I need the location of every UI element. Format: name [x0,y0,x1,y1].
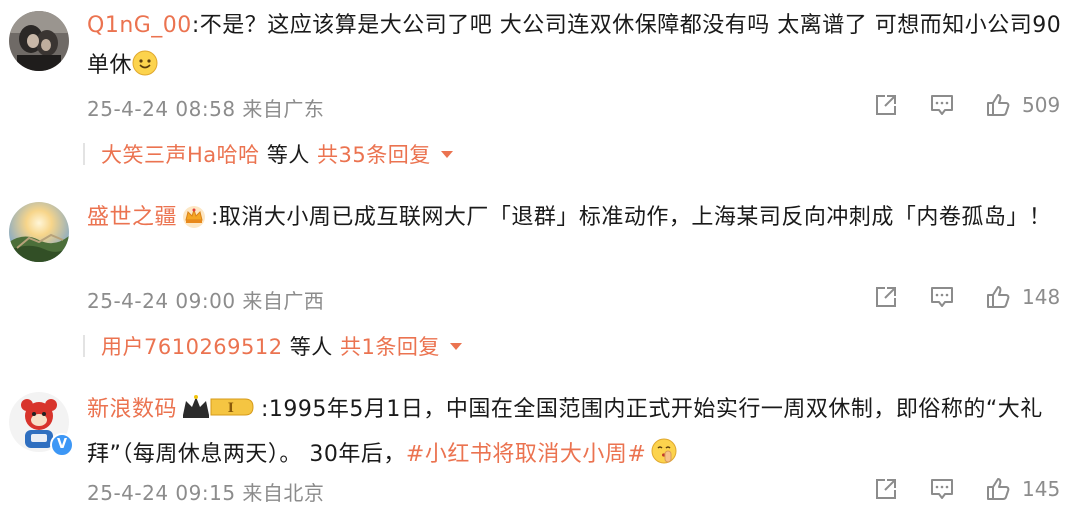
share-button[interactable] [872,474,900,504]
like-count: 509 [1022,93,1061,117]
reply-username[interactable]: 大笑三声Ha哈哈 [87,143,260,167]
share-icon [876,479,896,499]
reply-username[interactable]: 用户7610269512 [87,335,283,359]
comment-location: 来自广东 [242,97,325,121]
crown-icon [181,202,207,242]
comment-username[interactable]: 新浪数码 [87,397,177,422]
comment-actions: 509 [870,90,1062,120]
comment-meta: 25-4-24 09:15 来自北京 [87,477,324,506]
reply-joiner: 等人 [289,335,333,359]
like-button[interactable]: 145 [984,474,1060,504]
smile-emoji [132,50,158,90]
comment-icon [931,479,953,499]
like-count: 145 [1022,477,1061,501]
comment-actions: 148 [870,282,1062,312]
expand-caret-icon[interactable] [440,150,453,158]
comment-button[interactable] [928,90,956,120]
comment-location: 来自广西 [242,289,325,313]
verified-v-icon: V [50,433,74,457]
comment-text: :取消大小周已成互联网大厂「退群」标准动作，上海某司反向冲刺成「内卷孤岛」！ [211,205,1052,230]
svg-text:I: I [228,401,235,416]
avatar[interactable] [9,11,69,71]
comment-meta: 25-4-24 08:58 来自广东 [87,93,324,122]
comment-body: 新浪数码 I:1995年5月1日，中国在全国范围内正式开始实行一周双休制，即俗称的… [87,390,1062,479]
comment-timestamp: 25-4-24 09:00 [87,289,236,313]
thumbs-up-icon [987,286,1010,308]
share-icon [876,287,896,307]
expand-caret-icon[interactable] [449,342,462,350]
comment-body: 盛世之疆 :取消大小周已成互联网大厂「退群」标准动作，上海某司反向冲刺成「内卷孤岛… [87,198,1062,242]
comment-location: 来自北京 [242,481,325,505]
comment-button[interactable] [928,474,956,504]
vip-level-badge[interactable]: I [181,393,257,435]
avatar[interactable] [9,202,69,262]
share-icon [876,95,896,115]
like-count: 148 [1022,285,1061,309]
shush-emoji [650,437,678,479]
share-button[interactable] [872,90,900,120]
comment-username[interactable]: Q1nG_00 [87,13,192,38]
comment-actions: 145 [870,474,1062,504]
reply-joiner: 等人 [266,143,310,167]
comment-button[interactable] [928,282,956,312]
comment-timestamp: 25-4-24 09:15 [87,481,236,505]
comment-username[interactable]: 盛世之疆 [87,205,177,230]
reply-summary[interactable]: 大笑三声Ha哈哈 等人 共35条回复 [83,139,453,169]
thumbs-up-icon [987,478,1010,500]
like-button[interactable]: 148 [984,282,1060,312]
comment-body: Q1nG_00:不是？这应该算是大公司了吧 大公司连双休保障都没有吗 太离谱了 … [87,6,1062,90]
like-button[interactable]: 509 [984,90,1060,120]
reply-count[interactable]: 共1条回复 [340,335,440,359]
share-button[interactable] [872,282,900,312]
hashtag-link[interactable]: #小红书将取消大小周# [406,442,646,467]
reply-summary[interactable]: 用户7610269512 等人 共1条回复 [83,331,462,361]
thumbs-up-icon [987,94,1010,116]
reply-count[interactable]: 共35条回复 [317,143,431,167]
comment-icon [931,95,953,115]
comment-meta: 25-4-24 09:00 来自广西 [87,285,324,314]
comment-text: :不是？这应该算是大公司了吧 大公司连双休保障都没有吗 太离谱了 可想而知小公司… [87,13,1062,78]
comment-icon [931,287,953,307]
comment-timestamp: 25-4-24 08:58 [87,97,236,121]
